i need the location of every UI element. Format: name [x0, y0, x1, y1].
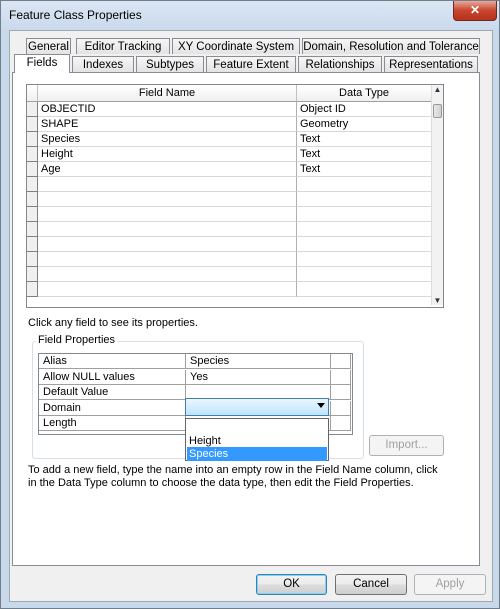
property-extra-cell [331, 385, 351, 400]
property-value-cell[interactable]: Species [186, 354, 331, 369]
column-header-field-name[interactable]: Field Name [38, 85, 297, 102]
tab-label: Domain, Resolution and Tolerance [303, 41, 479, 53]
row-selector[interactable] [27, 102, 38, 117]
row-selector[interactable] [27, 237, 38, 252]
tab-general[interactable]: General [26, 38, 71, 54]
row-selector[interactable] [27, 117, 38, 132]
scroll-thumb[interactable] [433, 104, 442, 118]
tab-label: Indexes [82, 59, 124, 71]
field-name-cell[interactable] [38, 252, 297, 267]
property-name-cell: Allow NULL values [39, 369, 186, 385]
data-type-cell[interactable] [297, 192, 432, 207]
apply-button[interactable]: Apply [414, 574, 486, 595]
field-name-cell[interactable] [38, 267, 297, 282]
row-selector[interactable] [27, 282, 38, 297]
domain-dropdown[interactable] [185, 398, 329, 416]
tab-representations[interactable]: Representations [384, 56, 478, 72]
window-title: Feature Class Properties [9, 8, 142, 22]
row-selector[interactable] [27, 177, 38, 192]
row-selector[interactable] [27, 222, 38, 237]
close-icon: ✕ [469, 3, 481, 17]
fields-grid-scrollbar[interactable]: ▲ ▼ [431, 85, 443, 305]
field-name-cell[interactable] [38, 237, 297, 252]
tab-label: XY Coordinate System [177, 41, 295, 53]
tab-subtypes[interactable]: Subtypes [136, 56, 204, 72]
data-type-cell[interactable] [297, 252, 432, 267]
property-extra-cell [331, 416, 351, 431]
data-type-cell[interactable] [297, 222, 432, 237]
cancel-button[interactable]: Cancel [335, 574, 407, 595]
data-type-cell[interactable]: Geometry [297, 117, 432, 132]
field-name-cell[interactable]: Age [38, 162, 297, 177]
property-extra-cell [331, 354, 351, 369]
field-name-cell[interactable]: SHAPE [38, 117, 297, 132]
tab-relationships[interactable]: Relationships [298, 56, 382, 72]
data-type-cell[interactable] [297, 177, 432, 192]
tab-indexes[interactable]: Indexes [72, 56, 134, 72]
row-selector[interactable] [27, 267, 38, 282]
property-name-cell: Length [39, 416, 186, 431]
tab-label: Feature Extent [213, 59, 289, 71]
property-extra-cell [331, 400, 351, 416]
property-extra-cell [331, 369, 351, 385]
data-type-cell[interactable]: Object ID [297, 102, 432, 117]
field-name-cell[interactable]: OBJECTID [38, 102, 297, 117]
help-text: To add a new field, type the name into a… [28, 464, 438, 489]
dropdown-option-height[interactable]: Height [187, 434, 327, 448]
field-name-cell[interactable] [38, 207, 297, 222]
import-button[interactable]: Import... [369, 435, 444, 456]
field-name-cell[interactable] [38, 177, 297, 192]
property-name-cell: Alias [39, 354, 186, 369]
column-header-data-type[interactable]: Data Type [297, 85, 432, 102]
title-bar[interactable]: Feature Class Properties ✕ [1, 1, 499, 29]
field-name-cell[interactable] [38, 222, 297, 237]
tab-feature-extent[interactable]: Feature Extent [206, 56, 296, 72]
field-name-cell[interactable]: Species [38, 132, 297, 147]
data-type-cell[interactable] [297, 282, 432, 297]
tab-editor-tracking[interactable]: Editor Tracking [76, 38, 170, 54]
scroll-down-icon[interactable]: ▼ [432, 296, 443, 305]
tab-domain-resolution-tolerance[interactable]: Domain, Resolution and Tolerance [302, 38, 480, 54]
property-name-cell: Default Value [39, 385, 186, 400]
row-selector[interactable] [27, 207, 38, 222]
row-selector[interactable] [27, 132, 38, 147]
row-selector[interactable] [27, 147, 38, 162]
tab-label: Editor Tracking [84, 41, 162, 53]
data-type-cell[interactable]: Text [297, 147, 432, 162]
data-type-cell[interactable] [297, 207, 432, 222]
tab-fields[interactable]: Fields [14, 54, 70, 73]
row-selector[interactable] [27, 252, 38, 267]
data-type-cell[interactable] [297, 237, 432, 252]
data-type-cell[interactable]: Text [297, 162, 432, 177]
row-selector[interactable] [27, 192, 38, 207]
domain-dropdown-list[interactable]: Height Species [185, 418, 329, 461]
tab-label: Representations [389, 59, 473, 71]
row-selector-header [27, 85, 38, 102]
close-button[interactable]: ✕ [453, 1, 497, 21]
data-type-cell[interactable]: Text [297, 132, 432, 147]
fields-hint-text: Click any field to see its properties. [28, 317, 198, 329]
tab-label: Subtypes [146, 59, 194, 71]
field-name-cell[interactable] [38, 282, 297, 297]
data-type-cell[interactable] [297, 267, 432, 282]
dropdown-option-species[interactable]: Species [187, 447, 327, 461]
ok-button[interactable]: OK [256, 574, 327, 595]
tab-xy-coordinate-system[interactable]: XY Coordinate System [172, 38, 300, 54]
tab-label: Relationships [305, 59, 375, 71]
field-name-cell[interactable]: Height [38, 147, 297, 162]
scroll-up-icon[interactable]: ▲ [432, 85, 443, 94]
property-value-cell[interactable]: Yes [186, 369, 331, 385]
field-name-cell[interactable] [38, 192, 297, 207]
tab-label: General [28, 41, 69, 53]
fields-grid[interactable]: Field Name Data Type OBJECTID Object ID SH… [26, 84, 444, 308]
tab-label: Fields [26, 57, 58, 69]
field-properties-label: Field Properties [36, 334, 118, 346]
property-name-cell: Domain [39, 400, 186, 416]
row-selector[interactable] [27, 162, 38, 177]
chevron-down-icon[interactable] [317, 403, 325, 408]
